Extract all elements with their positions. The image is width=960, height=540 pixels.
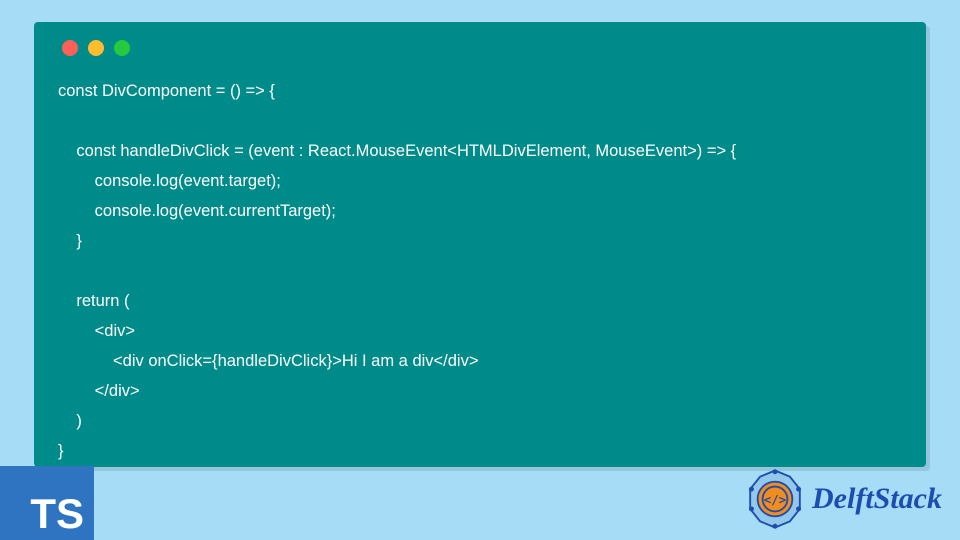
typescript-badge: TS — [0, 466, 94, 540]
code-block: const DivComponent = () => { const handl… — [58, 76, 902, 466]
maximize-icon — [114, 40, 130, 56]
traffic-lights — [62, 40, 902, 56]
brand: </> DelftStack — [744, 468, 942, 530]
svg-text:</>: </> — [764, 492, 786, 507]
minimize-icon — [88, 40, 104, 56]
brand-name: DelftStack — [812, 482, 942, 516]
typescript-badge-label: TS — [30, 490, 84, 538]
code-window: const DivComponent = () => { const handl… — [34, 22, 926, 467]
delftstack-logo-icon: </> — [744, 468, 806, 530]
close-icon — [62, 40, 78, 56]
